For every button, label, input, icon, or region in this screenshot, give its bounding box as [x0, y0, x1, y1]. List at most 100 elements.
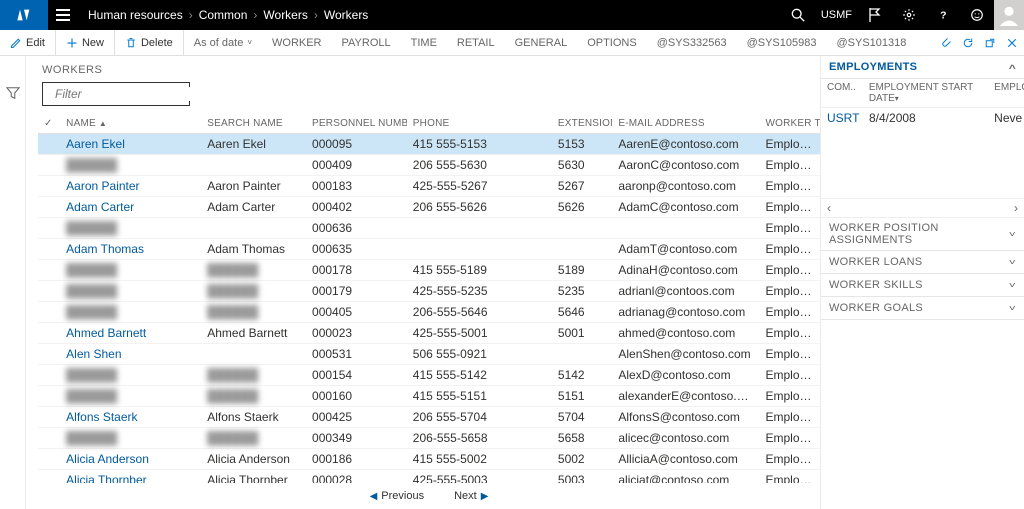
select-all-checkbox[interactable]: ✓	[38, 114, 60, 134]
column-header-company[interactable]: COM..	[821, 79, 863, 107]
breadcrumb-item[interactable]: Common	[199, 8, 248, 22]
worker-name-link[interactable]: Aaron Painter	[60, 176, 201, 197]
column-header-end-date[interactable]: EMPLO	[988, 79, 1024, 107]
worker-name-link[interactable]: ██████	[60, 302, 201, 323]
settings-button[interactable]	[892, 0, 926, 30]
row-checkbox[interactable]	[38, 344, 60, 365]
app-launcher-button[interactable]	[0, 0, 48, 30]
employments-pane-header[interactable]: EMPLOYMENTS ˄	[821, 56, 1024, 79]
row-checkbox[interactable]	[38, 470, 60, 484]
row-checkbox[interactable]	[38, 365, 60, 386]
flag-button[interactable]	[858, 0, 892, 30]
column-header-name[interactable]: NAME	[60, 114, 201, 134]
action-tab[interactable]: RETAIL	[447, 30, 505, 55]
table-row[interactable]: ████████████000349206-555-56585658alicec…	[38, 428, 820, 449]
worker-name-link[interactable]: ██████	[60, 155, 201, 176]
table-row[interactable]: Ahmed BarnettAhmed Barnett000023425-555-…	[38, 323, 820, 344]
chevron-right-icon[interactable]: ›	[1014, 201, 1018, 215]
action-tab[interactable]: @SYS332563	[647, 30, 737, 55]
column-header-search-name[interactable]: SEARCH NAME	[201, 114, 306, 134]
popout-button[interactable]	[984, 37, 996, 49]
table-row[interactable]: Alicia ThornberAlicia Thornber000028425-…	[38, 470, 820, 484]
worker-name-link[interactable]: Adam Carter	[60, 197, 201, 218]
table-row[interactable]: ██████000636Employee	[38, 218, 820, 239]
worker-name-link[interactable]: Alen Shen	[60, 344, 201, 365]
column-header-personnel[interactable]: PERSONNEL NUMBER	[306, 114, 407, 134]
column-header-extension[interactable]: EXTENSION	[552, 114, 612, 134]
worker-name-link[interactable]: ██████	[60, 281, 201, 302]
worker-name-link[interactable]: ██████	[60, 428, 201, 449]
edit-button[interactable]: Edit	[0, 30, 55, 55]
company-selector[interactable]: USMF	[815, 9, 858, 21]
employments-horizontal-scroll[interactable]: ‹ ›	[821, 198, 1024, 218]
row-checkbox[interactable]	[38, 218, 60, 239]
row-checkbox[interactable]	[38, 281, 60, 302]
worker-name-link[interactable]: ██████	[60, 386, 201, 407]
worker-name-link[interactable]: Alicia Thornber	[60, 470, 201, 484]
filter-input[interactable]	[55, 87, 212, 101]
row-checkbox[interactable]	[38, 323, 60, 344]
action-tab[interactable]: @SYS101318	[826, 30, 916, 55]
column-header-phone[interactable]: PHONE	[407, 114, 552, 134]
next-page-button[interactable]: Next▶	[454, 490, 488, 502]
worker-name-link[interactable]: Aaren Ekel	[60, 134, 201, 155]
worker-name-link[interactable]: Alfons Staerk	[60, 407, 201, 428]
help-button[interactable]: ?	[926, 0, 960, 30]
row-checkbox[interactable]	[38, 260, 60, 281]
worker-name-link[interactable]: ██████	[60, 260, 201, 281]
action-tab[interactable]: GENERAL	[505, 30, 578, 55]
action-tab[interactable]: @SYS105983	[737, 30, 827, 55]
column-header-start-date[interactable]: EMPLOYMENT START DATE▾	[863, 79, 988, 107]
action-tab[interactable]: OPTIONS	[577, 30, 647, 55]
column-header-worker-type[interactable]: WORKER TYPE	[759, 114, 820, 134]
table-row[interactable]: Aaron PainterAaron Painter000183425-555-…	[38, 176, 820, 197]
row-checkbox[interactable]	[38, 155, 60, 176]
table-row[interactable]: ████████████000179425-555-52355235adrian…	[38, 281, 820, 302]
table-row[interactable]: ████████████000405206-555-56465646adrian…	[38, 302, 820, 323]
worker-name-link[interactable]: ██████	[60, 218, 201, 239]
row-checkbox[interactable]	[38, 449, 60, 470]
worker-name-link[interactable]: Ahmed Barnett	[60, 323, 201, 344]
as-of-date-button[interactable]: As of date ˅	[183, 30, 262, 55]
worker-name-link[interactable]: Alicia Anderson	[60, 449, 201, 470]
action-tab[interactable]: WORKER	[262, 30, 332, 55]
table-row[interactable]: ██████000409206 555-56305630AaronC@conto…	[38, 155, 820, 176]
table-row[interactable]: Aaren EkelAaren Ekel000095415 555-515351…	[38, 134, 820, 155]
action-tab[interactable]: TIME	[401, 30, 447, 55]
breadcrumb-item[interactable]: Workers	[263, 8, 307, 22]
delete-button[interactable]: Delete	[114, 30, 183, 55]
feedback-button[interactable]	[960, 0, 994, 30]
breadcrumb-item[interactable]: Workers	[324, 8, 368, 22]
row-checkbox[interactable]	[38, 407, 60, 428]
refresh-button[interactable]	[962, 37, 974, 49]
column-header-email[interactable]: E-MAIL ADDRESS	[612, 114, 759, 134]
factbox-pane-header[interactable]: WORKER SKILLS˅	[821, 274, 1024, 297]
row-checkbox[interactable]	[38, 428, 60, 449]
action-tab[interactable]: PAYROLL	[332, 30, 401, 55]
table-row[interactable]: ████████████000154415 555-51425142AlexD@…	[38, 365, 820, 386]
table-row[interactable]: Adam CarterAdam Carter000402206 555-5626…	[38, 197, 820, 218]
row-checkbox[interactable]	[38, 239, 60, 260]
chevron-left-icon[interactable]: ‹	[827, 201, 831, 215]
worker-name-link[interactable]: ██████	[60, 365, 201, 386]
worker-name-link[interactable]: Adam Thomas	[60, 239, 201, 260]
user-avatar[interactable]	[994, 0, 1024, 30]
row-checkbox[interactable]	[38, 197, 60, 218]
employment-row[interactable]: USRT 8/4/2008 Neve	[821, 108, 1024, 128]
nav-menu-button[interactable]	[48, 9, 78, 21]
attachments-button[interactable]	[940, 37, 952, 49]
table-row[interactable]: Adam ThomasAdam Thomas000635AdamT@contos…	[38, 239, 820, 260]
table-row[interactable]: Alfons StaerkAlfons Staerk000425206 555-…	[38, 407, 820, 428]
close-button[interactable]	[1006, 37, 1018, 49]
row-checkbox[interactable]	[38, 302, 60, 323]
quick-filter[interactable]	[42, 82, 190, 106]
previous-page-button[interactable]: ◀Previous	[370, 490, 425, 502]
table-row[interactable]: ████████████000160415 555-51515151alexan…	[38, 386, 820, 407]
factbox-pane-header[interactable]: WORKER LOANS˅	[821, 251, 1024, 274]
row-checkbox[interactable]	[38, 176, 60, 197]
table-row[interactable]: Alicia AndersonAlicia Anderson000186415 …	[38, 449, 820, 470]
factbox-pane-header[interactable]: WORKER POSITION ASSIGNMENTS˅	[821, 218, 1024, 251]
new-button[interactable]: New	[55, 30, 114, 55]
table-row[interactable]: ████████████000178415 555-51895189AdinaH…	[38, 260, 820, 281]
filter-icon-button[interactable]	[6, 86, 20, 100]
